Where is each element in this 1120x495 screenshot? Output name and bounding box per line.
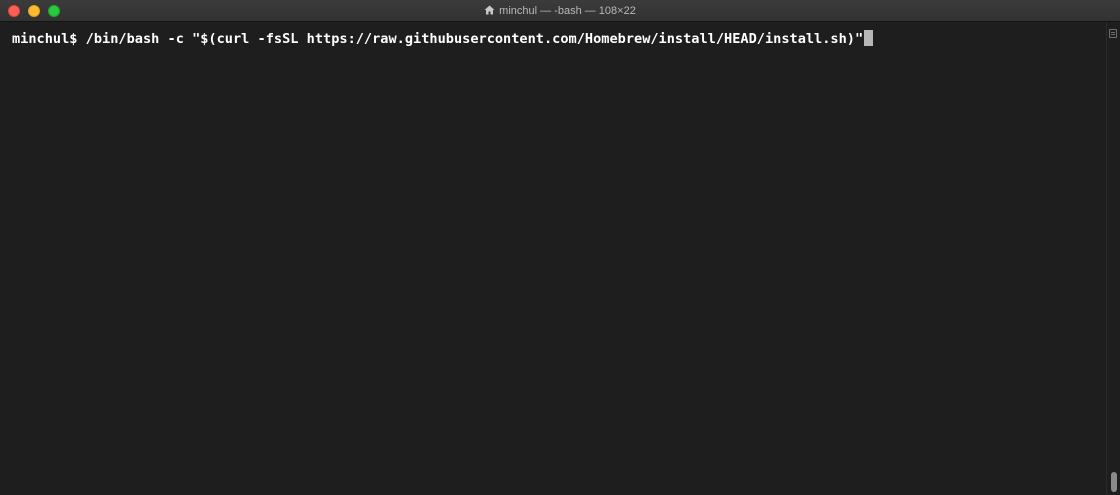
window-title-text: minchul — -bash — 108×22 — [499, 5, 636, 17]
home-icon — [484, 1, 495, 23]
terminal-window: minchul — -bash — 108×22 minchul$ /bin/b… — [0, 0, 1120, 495]
text-cursor — [864, 30, 874, 46]
marks-icon[interactable] — [1109, 29, 1117, 38]
terminal-output[interactable]: minchul$ /bin/bash -c "$(curl -fsSL http… — [0, 22, 1106, 495]
vertical-scrollbar[interactable] — [1106, 22, 1120, 495]
window-title: minchul — -bash — 108×22 — [0, 0, 1120, 22]
scroll-thumb[interactable] — [1111, 472, 1117, 492]
shell-prompt: minchul$ — [12, 31, 86, 47]
title-bar[interactable]: minchul — -bash — 108×22 — [0, 0, 1120, 22]
command-text: /bin/bash -c "$(curl -fsSL https://raw.g… — [85, 31, 864, 47]
